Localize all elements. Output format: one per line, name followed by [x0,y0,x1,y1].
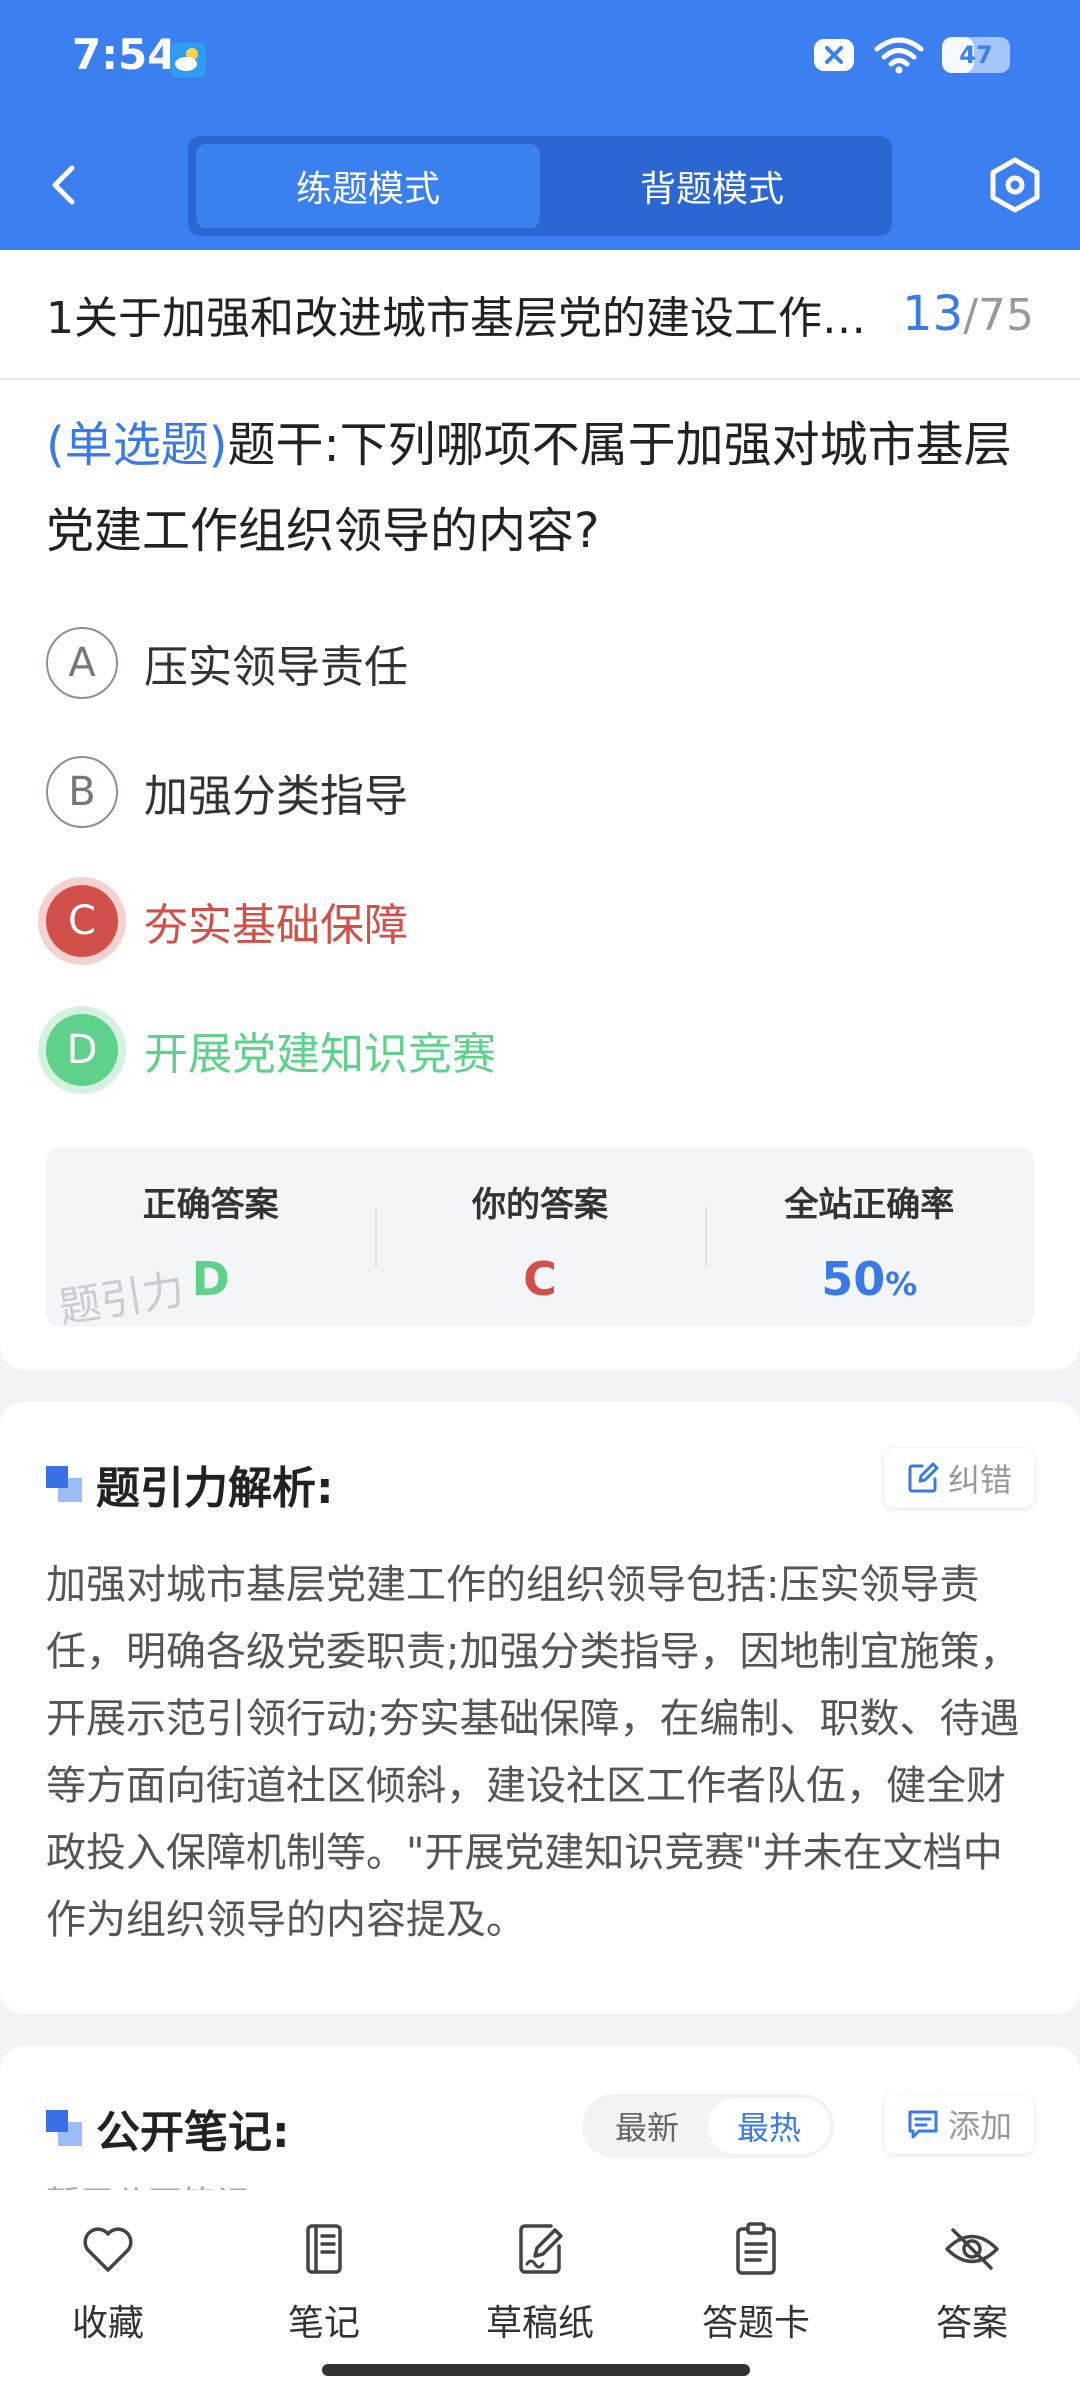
options-list: A 压实领导责任 B 加强分类指导 C 夯实基础保障 D 开展党建知识竞赛 [0,598,1080,1114]
heart-icon [83,2227,133,2272]
report-error-label: 纠错 [947,1461,1012,1499]
add-note-label: 添加 [947,2107,1012,2145]
option-letter: D [46,1013,118,1086]
add-note-button[interactable]: 添加 [883,2094,1034,2154]
draft-paper-icon [519,2224,563,2274]
notification-x-icon [814,39,854,71]
battery-icon: 47 [942,37,1010,73]
app-header: 练题模式 背题模式 [0,120,1080,250]
accuracy-value: 50% [821,1252,917,1306]
tab-practice-mode[interactable]: 练题模式 [196,144,540,228]
option-d[interactable]: D 开展党建知识竞赛 [0,985,1080,1114]
option-text: 压实领导责任 [144,641,408,693]
question-type: (单选题) [46,417,228,473]
total-questions: /75 [963,290,1034,341]
current-question-number: 13 [902,286,964,342]
wifi-icon [874,37,924,74]
option-b[interactable]: B 加强分类指导 [0,727,1080,856]
option-text: 夯实基础保障 [144,899,408,951]
report-error-button[interactable]: 纠错 [883,1448,1034,1508]
weather-cloud-icon [170,42,206,78]
question-counter[interactable]: 13/75 [902,286,1034,342]
notes-sort-toggle: 最新 最热 [582,2094,834,2158]
status-bar: 7:54 47 [0,0,1080,120]
watermark: 题引力 [55,1264,188,1333]
option-letter: B [46,755,118,828]
option-letter: A [46,626,118,699]
accuracy-column: 全站正确率 50% [704,1147,1034,1327]
notebook-icon [306,2224,342,2274]
notes-title: 公开笔记: [96,2107,290,2158]
settings-hex-icon[interactable] [986,156,1044,214]
analysis-title: 题引力解析: [96,1463,334,1514]
correct-answer-value: D [191,1252,230,1306]
option-text: 加强分类指导 [144,770,408,822]
tab-recite-mode[interactable]: 背题模式 [540,144,884,228]
favorite-label: 收藏 [71,2303,144,2344]
option-text: 开展党建知识竞赛 [144,1028,496,1080]
answer-button[interactable]: 答案 [864,2190,1080,2400]
question-card: 1关于加强和改进城市基层党的建设工作的意见 13/75 (单选题)题干:下列哪项… [0,250,1080,1370]
your-answer-column: 你的答案 C [375,1147,704,1327]
battery-level: 47 [959,41,993,69]
your-answer-value: C [523,1252,557,1306]
section-squares-icon [46,1466,82,1502]
draft-paper-label: 草稿纸 [485,2303,594,2344]
your-answer-label: 你的答案 [471,1185,608,1225]
notes-header: 公开笔记: [46,2096,290,2160]
status-icons: 47 [812,36,1010,74]
chevron-left-icon[interactable] [40,160,90,210]
correct-answer-column: 正确答案 D 题引力 [46,1147,375,1333]
sort-latest[interactable]: 最新 [586,2098,708,2154]
answer-label: 答案 [935,2303,1008,2344]
favorite-button[interactable]: 收藏 [0,2190,216,2400]
question-stem: (单选题)题干:下列哪项不属于加强对城市基层党建工作组织领导的内容? [0,380,1080,574]
accuracy-label: 全站正确率 [784,1185,955,1225]
notes-label: 笔记 [287,2303,360,2344]
mode-switch: 练题模式 背题模式 [188,136,892,236]
section-squares-icon [46,2110,82,2146]
home-indicator[interactable] [322,2364,750,2376]
option-a[interactable]: A 压实领导责任 [0,598,1080,727]
accuracy-unit: % [885,1265,918,1303]
correct-answer-label: 正确答案 [142,1185,279,1225]
eye-off-icon [945,2228,999,2270]
option-letter: C [46,884,118,957]
answer-result-box: 正确答案 D 题引力 你的答案 C 全站正确率 50% [46,1147,1034,1333]
status-time: 7:54 [72,30,177,79]
sort-hottest[interactable]: 最热 [708,2098,830,2154]
comment-icon [908,2110,938,2139]
question-title-row: 1关于加强和改进城市基层党的建设工作的意见 13/75 [0,250,1080,380]
edit-icon [908,1462,939,1493]
question-title: 1关于加强和改进城市基层党的建设工作的意见 [46,293,883,344]
analysis-card: 题引力解析: 纠错 加强对城市基层党建工作的组织领导包括:压实领导责任，明确各级… [0,1402,1080,2014]
answer-sheet-icon [736,2222,776,2275]
answer-sheet-label: 答题卡 [701,2303,810,2344]
option-c[interactable]: C 夯实基础保障 [0,856,1080,985]
analysis-header: 题引力解析: [46,1452,334,1516]
analysis-text: 加强对城市基层党建工作的组织领导包括:压实领导责任，明确各级党委职责;加强分类指… [46,1562,1020,1943]
accuracy-number: 50 [821,1252,886,1306]
